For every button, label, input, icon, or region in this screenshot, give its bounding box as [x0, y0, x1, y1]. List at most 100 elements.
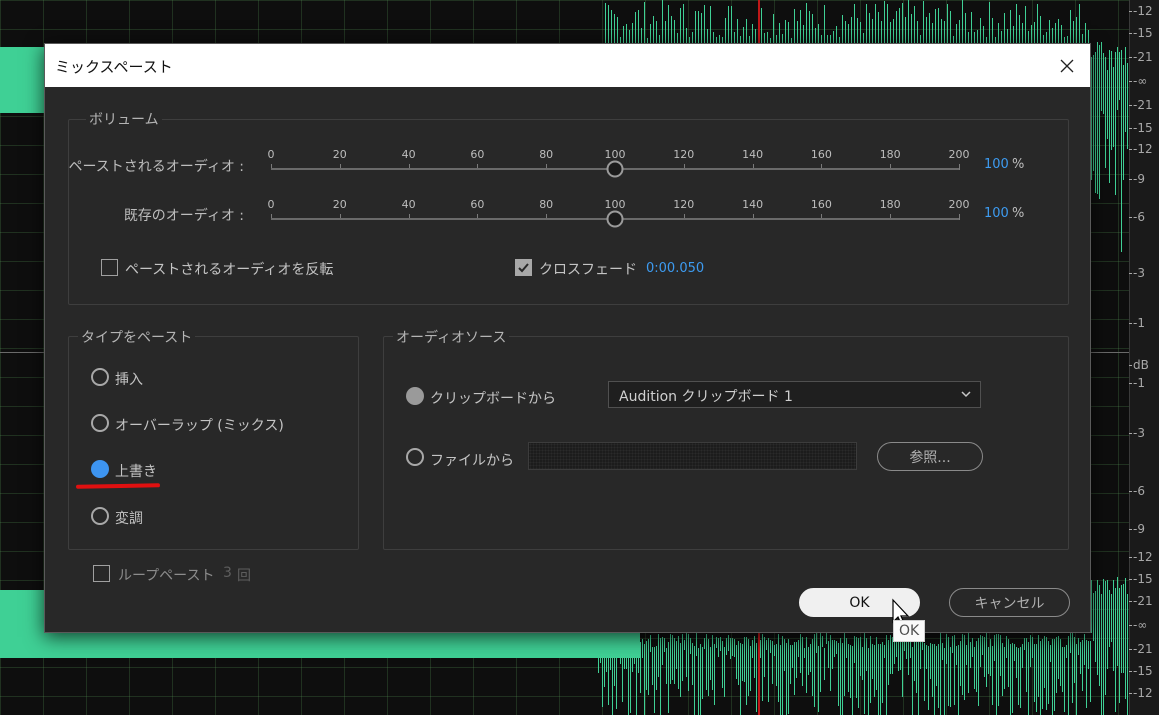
waveform-spike	[748, 639, 749, 696]
scale-tick-label: 0	[267, 148, 275, 161]
file-path-field[interactable]	[528, 442, 857, 470]
ruler-label: -∞	[1128, 618, 1148, 632]
waveform-spike	[734, 32, 735, 43]
radio-modulate[interactable]	[91, 507, 109, 525]
waveform-spike	[704, 4, 705, 43]
pasted-audio-value[interactable]: 100	[984, 157, 1009, 172]
invert-checkbox[interactable]	[101, 259, 118, 276]
waveform-spike	[680, 642, 681, 697]
radio-overwrite[interactable]	[91, 460, 109, 478]
loop-count-value[interactable]: 3	[223, 565, 232, 581]
waveform-spike	[918, 640, 919, 715]
waveform-spike	[650, 24, 651, 43]
waveform-spike	[674, 637, 675, 684]
waveform-spike	[674, 20, 675, 43]
waveform-spike	[746, 636, 747, 706]
existing-audio-value[interactable]: 100	[984, 206, 1009, 221]
waveform-spike	[677, 33, 678, 43]
waveform-spike	[668, 642, 669, 714]
crossfade-value[interactable]: 0:00.050	[646, 261, 704, 276]
waveform-spike	[936, 646, 937, 686]
waveform-spike	[1067, 35, 1068, 43]
radio-from-clipboard[interactable]	[406, 387, 424, 405]
waveform-spike	[656, 21, 657, 43]
waveform-spike	[1044, 635, 1045, 689]
browse-button[interactable]: 参照...	[877, 442, 983, 471]
waveform-spike	[1004, 646, 1005, 689]
waveform-spike	[737, 19, 738, 43]
ruler-label: -15	[1129, 664, 1153, 678]
waveform-spike	[1034, 22, 1035, 43]
waveform-spike	[1052, 28, 1053, 43]
waveform-spike	[671, 15, 672, 43]
waveform-spike	[618, 636, 619, 653]
close-button[interactable]	[1044, 44, 1090, 87]
waveform-spike	[1088, 29, 1089, 43]
waveform-spike	[796, 642, 797, 679]
waveform-spike	[1093, 592, 1094, 642]
waveform-spike	[878, 644, 879, 715]
waveform-spike	[622, 647, 623, 702]
waveform-spike	[605, 2, 606, 43]
waveform-spike	[916, 635, 917, 693]
scale-tick	[959, 214, 960, 220]
waveform-spike	[608, 640, 609, 706]
waveform-spike	[664, 638, 665, 653]
waveform-spike	[604, 637, 605, 688]
waveform-spike	[905, 17, 906, 43]
waveform-spike	[1097, 579, 1098, 675]
waveform-spike	[1117, 576, 1118, 667]
waveform-spike	[686, 633, 687, 678]
waveform-spike	[641, 27, 642, 43]
waveform-spike	[832, 640, 833, 670]
ruler-label: -6	[1129, 210, 1145, 224]
loop-paste-checkbox[interactable]	[93, 565, 110, 582]
waveform-spike	[598, 633, 599, 673]
ruler-label: -1	[1129, 376, 1145, 390]
waveform-spike	[884, 644, 885, 659]
waveform-spike	[940, 633, 941, 715]
crossfade-checkbox[interactable]	[515, 259, 532, 276]
ruler-label: -15	[1129, 572, 1153, 586]
scale-tick-label: 100	[604, 148, 626, 161]
cancel-button[interactable]: キャンセル	[949, 588, 1070, 617]
waveform-spike	[742, 644, 743, 681]
scale-tick-label: 20	[332, 148, 347, 161]
waveform-spike	[1117, 46, 1118, 110]
waveform-spike	[866, 3, 867, 43]
scale-tick-label: 180	[879, 148, 901, 161]
radio-from-clipboard-label: クリップボードから	[430, 391, 556, 407]
waveform-spike	[1103, 53, 1104, 114]
waveform-spike	[938, 643, 939, 708]
radio-overlap[interactable]	[91, 414, 109, 432]
waveform-spike	[851, 17, 852, 43]
waveform-spike	[1064, 646, 1065, 712]
waveform-spike	[1070, 9, 1071, 43]
waveform-spike	[707, 29, 708, 43]
waveform-spike	[764, 637, 765, 678]
waveform-spike	[1111, 50, 1112, 151]
waveform-spike	[875, 3, 876, 43]
existing-audio-slider-thumb[interactable]	[606, 210, 624, 228]
waveform-spike	[1125, 47, 1126, 132]
waveform-spike	[1013, 26, 1014, 43]
waveform-spike	[977, 30, 978, 43]
scale-tick-label: 40	[401, 148, 416, 161]
waveform-spike	[803, 25, 804, 43]
pasted-audio-label: ペーストされるオーディオ :	[68, 159, 245, 175]
waveform-spike	[884, 1, 885, 43]
clipboard-select[interactable]: Audition クリップボード 1	[608, 381, 981, 408]
radio-from-file[interactable]	[406, 448, 424, 466]
waveform-spike	[1049, 19, 1050, 43]
radio-overwrite-label: 上書き	[115, 464, 157, 480]
radio-insert[interactable]	[91, 368, 109, 386]
pasted-audio-slider-thumb[interactable]	[606, 160, 624, 178]
waveform-spike	[684, 640, 685, 651]
waveform-spike	[970, 642, 971, 668]
waveform-spike	[788, 22, 789, 43]
waveform-spike	[1113, 66, 1114, 148]
waveform-spike	[1107, 69, 1108, 139]
scale-tick-label: 60	[470, 148, 485, 161]
waveform-spike	[773, 14, 774, 43]
waveform-spike	[1105, 56, 1106, 168]
